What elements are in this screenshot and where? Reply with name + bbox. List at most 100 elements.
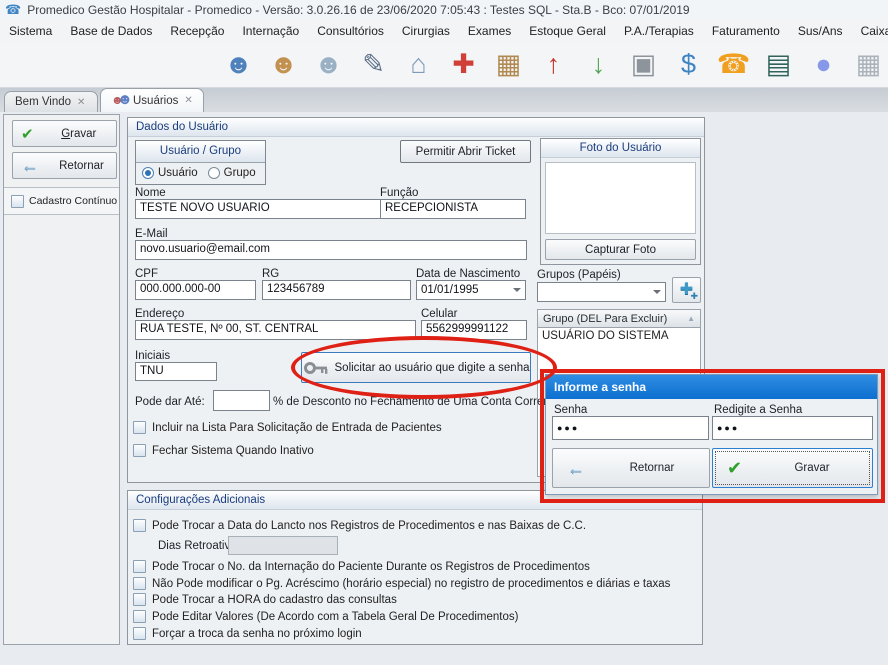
ambulance-icon[interactable]: ✚ xyxy=(447,47,480,83)
funcao-label: Função xyxy=(380,187,418,199)
capturar-foto-label: Capturar Foto xyxy=(585,244,656,256)
money-up-icon[interactable]: ↑ xyxy=(537,47,570,83)
menu-consultorios[interactable]: Consultórios xyxy=(308,21,393,41)
senha-input[interactable]: ●●● xyxy=(552,416,709,440)
sort-asc-icon: ▲ xyxy=(687,314,695,323)
menu-caixa[interactable]: Caixa xyxy=(852,21,888,41)
report-grid-icon[interactable]: ▦ xyxy=(852,47,885,83)
funcao-input[interactable]: RECEPCIONISTA xyxy=(380,199,526,219)
config-forcar-senha-row[interactable]: Forçar a troca da senha no próximo login xyxy=(133,627,362,640)
config-pg-acrescimo-row[interactable]: Não Pode modificar o Pg. Acréscimo (horá… xyxy=(133,577,670,590)
menu-faturamento[interactable]: Faturamento xyxy=(703,21,789,41)
tab-usuarios-close-icon[interactable]: ✕ xyxy=(184,95,192,106)
menu-internacao[interactable]: Internação xyxy=(233,21,308,41)
grupo-list-item[interactable]: USUÁRIO DO SISTEMA xyxy=(538,328,700,344)
fechar-sistema-row[interactable]: Fechar Sistema Quando Inativo xyxy=(133,444,314,457)
menu-sistema[interactable]: Sistema xyxy=(0,21,61,41)
cpf-input[interactable]: 000.000.000-00 xyxy=(135,280,256,300)
iniciais-input[interactable]: TNU xyxy=(135,362,217,381)
cadastro-continuo-label: Cadastro Contínuo xyxy=(29,195,117,207)
toolbar: ☻ ☻ ☻ ✎ ⌂ ✚ ▦ ↑ ↓ ▣ $ ☎ ▤ ● ▦ xyxy=(0,42,888,88)
dialog-retornar-button[interactable]: ← Retornar xyxy=(552,448,710,488)
permitir-abrir-ticket-label: Permitir Abrir Ticket xyxy=(416,146,516,158)
config-data-lancto-checkbox[interactable] xyxy=(133,519,146,532)
chevron-down-icon[interactable] xyxy=(513,288,521,292)
grupo-list-header[interactable]: Grupo (DEL Para Excluir) ▲ xyxy=(537,309,701,328)
dialog-gravar-button[interactable]: ✔ Gravar xyxy=(712,448,873,488)
solicitar-senha-button[interactable]: Solicitar ao usuário que digite a senha xyxy=(301,352,531,383)
nome-input[interactable]: TESTE NOVO USUARIO xyxy=(135,199,391,219)
config-hora-consultas-checkbox[interactable] xyxy=(133,593,146,606)
config-editar-valores-checkbox[interactable] xyxy=(133,610,146,623)
desconto-input[interactable] xyxy=(213,390,270,411)
capturar-foto-button[interactable]: Capturar Foto xyxy=(545,239,696,260)
cadastro-continuo-checkbox[interactable] xyxy=(11,195,24,208)
fechar-sistema-label: Fechar Sistema Quando Inativo xyxy=(152,445,314,457)
celular-input[interactable]: 5562999991122 xyxy=(421,320,527,340)
chat-icon[interactable]: ● xyxy=(807,47,840,83)
users-sync-icon[interactable]: ☻ xyxy=(222,47,255,83)
tab-bem-vindo[interactable]: Bem Vindo ✕ xyxy=(4,91,98,112)
tab-bem-vindo-close-icon[interactable]: ✕ xyxy=(77,97,85,108)
check-icon: ✔ xyxy=(21,125,34,143)
foto-usuario-title: Foto do Usuário xyxy=(541,139,700,158)
email-label: E-Mail xyxy=(135,228,168,240)
gravar-button[interactable]: ✔ Gravar xyxy=(12,120,117,147)
safe-icon[interactable]: ▣ xyxy=(627,47,660,83)
data-nascimento-label: Data de Nascimento xyxy=(416,268,520,280)
doctor-icon[interactable]: ☻ xyxy=(312,47,345,83)
finance-calc-icon[interactable]: $ xyxy=(672,47,705,83)
rg-input[interactable]: 123456789 xyxy=(262,280,411,300)
config-hora-consultas-label: Pode Trocar a HORA do cadastro das consu… xyxy=(152,594,397,606)
dialog-retornar-label: Retornar xyxy=(595,462,709,474)
config-hora-consultas-row[interactable]: Pode Trocar a HORA do cadastro das consu… xyxy=(133,593,397,606)
config-editar-valores-row[interactable]: Pode Editar Valores (De Acordo com a Tab… xyxy=(133,610,518,623)
incluir-lista-label: Incluir na Lista Para Solicitação de Ent… xyxy=(152,422,442,434)
money-down-icon[interactable]: ↓ xyxy=(582,47,615,83)
menu-cirurgias[interactable]: Cirurgias xyxy=(393,21,459,41)
endereco-input[interactable]: RUA TESTE, Nº 00, ST. CENTRAL xyxy=(135,320,416,340)
add-group-button[interactable]: ✚ ✚ xyxy=(672,277,701,303)
radio-usuario-label: Usuário xyxy=(158,167,198,179)
email-input[interactable]: novo.usuario@email.com xyxy=(135,240,527,260)
grupos-papeis-combo[interactable] xyxy=(537,282,666,302)
action-sidebar: ✔ Gravar ← Retornar Cadastro Contínuo xyxy=(3,114,120,645)
radio-grupo-label: Grupo xyxy=(224,167,256,179)
radio-grupo[interactable] xyxy=(208,167,220,179)
redigite-senha-input[interactable]: ●●● xyxy=(712,416,873,440)
config-forcar-senha-checkbox[interactable] xyxy=(133,627,146,640)
prescription-icon[interactable]: ✎ xyxy=(357,47,390,83)
senha-label: Senha xyxy=(554,404,587,416)
endereco-label: Endereço xyxy=(135,308,184,320)
incluir-lista-row[interactable]: Incluir na Lista Para Solicitação de Ent… xyxy=(133,421,442,434)
menu-recepcao[interactable]: Recepção xyxy=(161,21,233,41)
permitir-abrir-ticket-button[interactable]: Permitir Abrir Ticket xyxy=(400,140,531,163)
radio-usuario[interactable] xyxy=(142,167,154,179)
celular-label: Celular xyxy=(421,308,457,320)
data-nascimento-value: 01/01/1995 xyxy=(421,284,510,296)
patients-folder-icon[interactable]: ☻ xyxy=(267,47,300,83)
menu-pa-terapias[interactable]: P.A./Terapias xyxy=(615,21,703,41)
chevron-down-icon[interactable] xyxy=(653,290,661,294)
menu-exames[interactable]: Exames xyxy=(459,21,520,41)
menu-base-de-dados[interactable]: Base de Dados xyxy=(61,21,161,41)
config-pg-acrescimo-checkbox[interactable] xyxy=(133,577,146,590)
incluir-lista-checkbox[interactable] xyxy=(133,421,146,434)
phonebook-icon[interactable]: ☎ xyxy=(717,47,750,83)
config-editar-valores-label: Pode Editar Valores (De Acordo com a Tab… xyxy=(152,611,518,623)
desconto-suffix-label: % de Desconto no Fechamento de Uma Conta… xyxy=(273,396,559,408)
inventory-icon[interactable]: ▦ xyxy=(492,47,525,83)
config-no-internacao-checkbox[interactable] xyxy=(133,560,146,573)
menu-estoque-geral[interactable]: Estoque Geral xyxy=(520,21,615,41)
retornar-button[interactable]: ← Retornar xyxy=(12,152,117,179)
ledger-book-icon[interactable]: ▤ xyxy=(762,47,795,83)
menu-sus-ans[interactable]: Sus/Ans xyxy=(789,21,852,41)
data-nascimento-combo[interactable]: 01/01/1995 xyxy=(416,280,526,300)
hospital-bed-icon[interactable]: ⌂ xyxy=(402,47,435,83)
cadastro-continuo-row[interactable]: Cadastro Contínuo xyxy=(4,187,119,215)
config-data-lancto-row[interactable]: Pode Trocar a Data do Lancto nos Registr… xyxy=(133,519,586,532)
tab-usuarios[interactable]: ☻☻ Usuários ✕ xyxy=(100,88,204,112)
redigite-senha-label: Redigite a Senha xyxy=(714,404,802,416)
config-no-internacao-row[interactable]: Pode Trocar o No. da Internação do Pacie… xyxy=(133,560,590,573)
fechar-sistema-checkbox[interactable] xyxy=(133,444,146,457)
